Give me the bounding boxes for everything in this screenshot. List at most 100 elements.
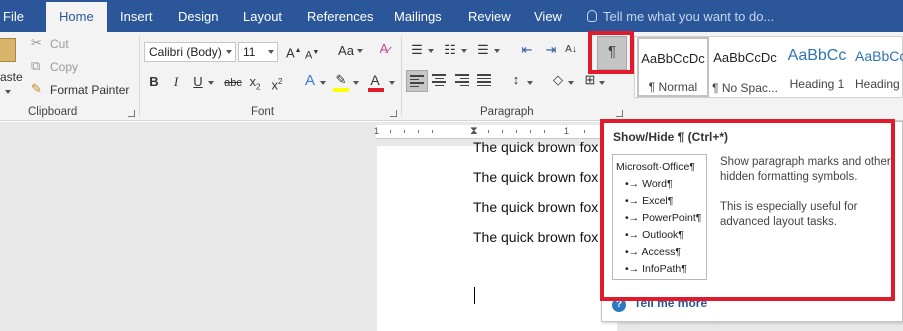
- grow-font-icon[interactable]: A▲: [286, 43, 302, 61]
- align-left-button[interactable]: [406, 70, 428, 92]
- font-name-box[interactable]: Calibri (Body): [144, 42, 236, 62]
- underline-button[interactable]: U: [192, 74, 204, 90]
- style-name: ¶ No Spac...: [712, 81, 778, 95]
- tab-mailings[interactable]: Mailings: [394, 0, 442, 32]
- font-size-box[interactable]: 11: [238, 42, 278, 62]
- borders-icon[interactable]: ⊞: [582, 72, 598, 88]
- align-left-icon: [410, 75, 424, 87]
- justify-icon[interactable]: [477, 74, 491, 86]
- paste-button[interactable]: [0, 36, 22, 66]
- indent-marker-icon[interactable]: ⧗: [470, 125, 478, 138]
- shrink-font-icon[interactable]: A▼: [305, 45, 319, 64]
- ribbon-tab-bar: File Home Insert Design Layout Reference…: [0, 0, 903, 34]
- font-color-dropdown[interactable]: [389, 81, 395, 85]
- line-spacing-dropdown[interactable]: [527, 81, 533, 85]
- style-heading-2[interactable]: AaBbCc Heading: [855, 37, 903, 97]
- multilevel-list-dropdown[interactable]: [494, 49, 500, 53]
- paste-label: aste: [0, 70, 23, 84]
- style-preview: AaBbCc: [855, 48, 903, 64]
- group-divider: [139, 36, 140, 116]
- align-center-icon[interactable]: [432, 74, 446, 86]
- show-hide-highlight: [588, 31, 634, 74]
- tell-me-box[interactable]: Tell me what you want to do...: [587, 0, 774, 32]
- highlight-icon[interactable]: ✎: [333, 72, 349, 88]
- ruler-tick: [390, 130, 391, 133]
- style-no-spacing[interactable]: AaBbCcDc ¶ No Spac...: [709, 37, 781, 97]
- copy-icon: ⧉: [31, 58, 41, 73]
- sort-icon[interactable]: A↓: [564, 42, 578, 58]
- text-effects-icon[interactable]: A: [302, 73, 318, 89]
- ruler-number: 1: [564, 126, 570, 136]
- tell-me-text: Tell me what you want to do...: [603, 9, 775, 24]
- paragraph-group-label: Paragraph: [480, 106, 534, 118]
- clear-formatting-icon[interactable]: A̷: [376, 41, 392, 57]
- style-heading-1[interactable]: AaBbCc Heading 1: [781, 37, 853, 97]
- format-painter-button[interactable]: Format Painter: [50, 83, 129, 97]
- ruler-tick: [404, 130, 405, 133]
- tab-layout[interactable]: Layout: [243, 0, 282, 32]
- cut-button[interactable]: Cut: [50, 37, 69, 51]
- paragraph-dialog-launcher[interactable]: [616, 110, 623, 117]
- font-color-icon[interactable]: A: [369, 72, 381, 88]
- style-preview: AaBbCcDc: [641, 51, 705, 66]
- tab-home[interactable]: Home: [46, 2, 107, 34]
- numbering-dropdown[interactable]: [461, 49, 467, 53]
- font-name-value: Calibri (Body): [149, 45, 222, 59]
- paintbrush-icon: ✎: [31, 81, 42, 96]
- ribbon: aste ✂ Cut ⧉ Copy ✎ Format Painter Clipb…: [0, 32, 903, 121]
- tab-review[interactable]: Review: [468, 0, 511, 32]
- increase-indent-icon[interactable]: ⇥: [543, 42, 559, 58]
- tab-insert[interactable]: Insert: [120, 0, 153, 32]
- scissors-icon: ✂: [31, 35, 42, 50]
- highlight-dropdown[interactable]: [353, 81, 359, 85]
- numbering-icon[interactable]: ☷: [442, 42, 458, 58]
- style-name: ¶ Normal: [648, 80, 698, 94]
- align-right-icon[interactable]: [455, 74, 469, 86]
- change-case-button[interactable]: Aa: [337, 43, 355, 59]
- underline-dropdown[interactable]: [208, 81, 214, 85]
- tooltip-highlight: [600, 119, 895, 301]
- document-line[interactable]: The quick brown fox jumps over the lazy …: [473, 169, 600, 185]
- bullets-dropdown[interactable]: [428, 49, 434, 53]
- strikethrough-button[interactable]: abc: [224, 75, 242, 91]
- clipboard-dialog-launcher[interactable]: [128, 110, 135, 117]
- document-line[interactable]: The quick brown fox jumps over the lazy …: [473, 199, 600, 215]
- decrease-indent-icon[interactable]: ⇤: [519, 42, 535, 58]
- superscript-button[interactable]: x2: [270, 74, 284, 93]
- document-line[interactable]: The quick brown fox jumps over the lazy …: [473, 139, 600, 155]
- ruler-tick: [488, 130, 489, 133]
- tab-view[interactable]: View: [534, 0, 562, 32]
- chevron-down-icon: [226, 50, 232, 54]
- line-spacing-icon[interactable]: ↕: [508, 72, 524, 88]
- ruler-tick: [584, 130, 585, 133]
- borders-dropdown[interactable]: [599, 81, 605, 85]
- subscript-button[interactable]: x2: [248, 74, 262, 96]
- bullets-icon[interactable]: ☰: [409, 42, 425, 58]
- font-dialog-launcher[interactable]: [390, 110, 397, 117]
- horizontal-ruler[interactable]: 1 ⧗ 1: [374, 125, 601, 139]
- tab-references[interactable]: References: [307, 0, 373, 32]
- style-name: Heading 1: [789, 77, 845, 91]
- shading-dropdown[interactable]: [568, 81, 574, 85]
- style-normal[interactable]: AaBbCcDc ¶ Normal: [637, 37, 709, 97]
- style-preview: AaBbCc: [787, 47, 847, 64]
- ruler-tick: [544, 130, 545, 133]
- chevron-down-icon: [268, 50, 274, 54]
- shading-icon[interactable]: ◇: [550, 72, 566, 88]
- document-line[interactable]: The quick brown fox jumps over the lazy …: [473, 229, 600, 245]
- multilevel-list-icon[interactable]: ☰: [475, 42, 491, 58]
- ruler-tick: [516, 130, 517, 133]
- change-case-dropdown[interactable]: [357, 49, 363, 53]
- bold-button[interactable]: B: [148, 74, 160, 90]
- clipboard-group-label: Clipboard: [28, 106, 78, 118]
- group-divider: [401, 36, 402, 116]
- tab-file[interactable]: File: [3, 0, 24, 32]
- ruler-tick: [530, 130, 531, 133]
- text-effects-dropdown[interactable]: [320, 81, 326, 85]
- paste-dropdown-arrow[interactable]: [5, 90, 11, 94]
- style-preview: AaBbCcDc: [713, 50, 777, 65]
- italic-button[interactable]: I: [171, 74, 181, 90]
- style-name: Heading: [855, 77, 900, 91]
- tab-design[interactable]: Design: [178, 0, 218, 32]
- copy-button[interactable]: Copy: [50, 60, 78, 74]
